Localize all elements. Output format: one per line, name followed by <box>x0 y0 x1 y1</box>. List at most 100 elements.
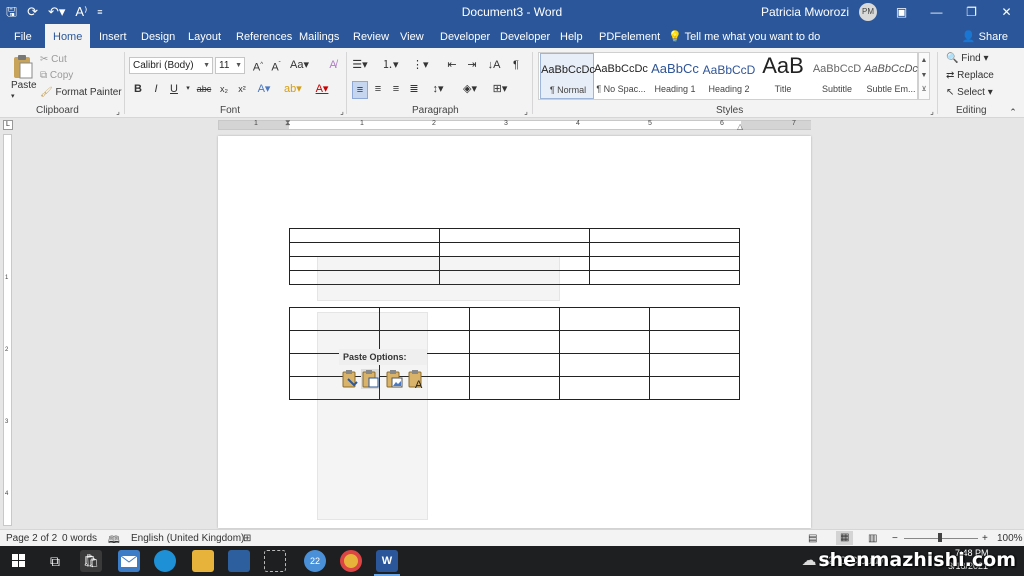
read-mode-icon[interactable]: ▤ <box>808 533 817 544</box>
chevron-up-icon[interactable]: ▲ <box>919 53 929 68</box>
horizontal-ruler[interactable]: 1 1 2 3 4 5 6 7 ⧗ △ <box>218 118 811 131</box>
word-icon[interactable]: W <box>376 550 398 572</box>
chevron-down-icon[interactable]: ▼ <box>919 68 929 83</box>
shading-icon[interactable]: ◈▾ <box>462 81 478 97</box>
copy-button[interactable]: ⧉ Copy <box>40 70 73 81</box>
close-icon[interactable]: ✕ <box>989 0 1024 24</box>
file-explorer-icon[interactable] <box>192 550 214 572</box>
tab-pdfelement[interactable]: PDFelement <box>591 24 668 48</box>
table-cell[interactable] <box>649 307 740 331</box>
paste-picture-icon[interactable] <box>385 369 403 389</box>
word-count[interactable]: 0 words <box>62 533 97 544</box>
table-cell[interactable] <box>469 330 560 354</box>
merge-formatting-icon[interactable] <box>361 369 379 389</box>
strikethrough-icon[interactable]: abc <box>196 81 212 97</box>
indent-marker-icon[interactable]: ⧗ <box>285 118 291 128</box>
chrome-icon[interactable] <box>340 550 362 572</box>
mail-icon[interactable] <box>118 550 140 572</box>
table-cell[interactable] <box>439 242 590 257</box>
font-name-combo[interactable]: Calibri (Body) ▼ <box>129 57 213 74</box>
tab-mailings[interactable]: Mailings <box>291 24 347 48</box>
tell-me-search[interactable]: 💡 Tell me what you want to do <box>668 30 820 43</box>
style-heading-1[interactable]: AaBbCc Heading 1 <box>648 53 702 99</box>
table-cell[interactable] <box>559 330 650 354</box>
decrease-indent-icon[interactable]: ⇤ <box>444 57 460 73</box>
table-cell[interactable] <box>289 228 440 243</box>
font-size-combo[interactable]: 11 ▼ <box>215 57 245 74</box>
line-spacing-icon[interactable]: ↕▾ <box>430 81 446 97</box>
language[interactable]: English (United Kingdom) <box>131 533 244 544</box>
table-cell[interactable] <box>559 307 650 331</box>
bold-icon[interactable]: B <box>130 81 146 97</box>
vertical-ruler[interactable]: 1 2 3 4 <box>3 134 12 526</box>
zoom-in-icon[interactable]: + <box>982 533 988 544</box>
align-right-icon[interactable]: ≡ <box>388 81 404 97</box>
page-count[interactable]: Page 2 of 2 <box>6 533 57 544</box>
windows-start-icon[interactable] <box>6 550 32 572</box>
zoom-out-icon[interactable]: − <box>892 533 898 544</box>
app-icon[interactable] <box>228 550 250 572</box>
table-cell[interactable] <box>559 353 650 377</box>
style-normal[interactable]: AaBbCcDc ¶ Normal <box>540 53 595 99</box>
keep-text-only-icon[interactable]: A <box>407 369 425 391</box>
share-button[interactable]: 👤 Share <box>962 30 1008 43</box>
change-case-icon[interactable]: Aa▾ <box>290 57 309 73</box>
edge-icon[interactable] <box>154 550 176 572</box>
underline-dropdown-icon[interactable]: ▾ <box>180 81 196 97</box>
paste-icon[interactable] <box>11 54 33 80</box>
subscript-icon[interactable]: x₂ <box>216 81 232 97</box>
table-cell[interactable] <box>289 242 440 257</box>
superscript-icon[interactable]: x² <box>234 81 250 97</box>
tab-view[interactable]: View <box>392 24 432 48</box>
store-icon[interactable]: 🛍 <box>80 550 102 572</box>
highlight-icon[interactable]: ab▾ <box>284 81 302 97</box>
select-button[interactable]: ↖ Select ▾ <box>946 87 993 98</box>
tab-developer[interactable]: Developer <box>432 24 498 48</box>
paste-button[interactable]: Paste <box>11 80 37 91</box>
print-layout-icon[interactable]: ▦ <box>836 531 854 545</box>
zoom-thumb[interactable] <box>938 533 942 542</box>
justify-icon[interactable]: ≣ <box>406 81 422 97</box>
ribbon-display-icon[interactable]: ▣ <box>884 0 919 24</box>
tab-design[interactable]: Design <box>133 24 183 48</box>
document-page[interactable]: Paste Options: A <box>218 136 811 528</box>
style-title[interactable]: AaB Title <box>756 53 810 99</box>
calendar-badge-icon[interactable]: 22 <box>304 550 326 572</box>
table-cell[interactable] <box>649 353 740 377</box>
italic-icon[interactable]: I <box>148 81 164 97</box>
zoom-level[interactable]: 100% <box>997 533 1023 544</box>
tab-layout[interactable]: Layout <box>180 24 229 48</box>
table-cell[interactable] <box>649 330 740 354</box>
table-cell[interactable] <box>559 376 650 400</box>
table-cell[interactable] <box>469 353 560 377</box>
table-cell[interactable] <box>469 307 560 331</box>
font-color-icon[interactable]: A▾ <box>314 81 330 97</box>
table-cell[interactable] <box>589 256 740 271</box>
style-subtle-emphasis[interactable]: AaBbCcDc Subtle Em... <box>864 53 918 99</box>
styles-scroll[interactable]: ▲ ▼ ⊻ <box>918 52 930 100</box>
style-heading-2[interactable]: AaBbCcD Heading 2 <box>702 53 756 99</box>
cut-button[interactable]: ✂ Cut <box>40 54 67 65</box>
snipping-icon[interactable] <box>264 550 286 572</box>
format-painter-button[interactable]: 🖌 Format Painter <box>40 87 122 98</box>
web-layout-icon[interactable]: ▥ <box>868 533 877 544</box>
tab-review[interactable]: Review <box>345 24 397 48</box>
user-name[interactable]: Patricia Mworozi <box>761 5 849 19</box>
increase-indent-icon[interactable]: ⇥ <box>464 57 480 73</box>
bullets-icon[interactable]: ☰▾ <box>352 57 368 73</box>
tab-selector[interactable]: L <box>3 120 13 130</box>
style-no-spacing[interactable]: AaBbCcDc ¶ No Spac... <box>594 53 648 99</box>
shrink-font-icon[interactable]: Aˇ <box>268 57 284 76</box>
style-subtitle[interactable]: AaBbCcD Subtitle <box>810 53 864 99</box>
tab-file[interactable]: File <box>6 24 40 48</box>
table-cell[interactable] <box>589 242 740 257</box>
tab-references[interactable]: References <box>228 24 300 48</box>
tab-developer-2[interactable]: Developer <box>492 24 558 48</box>
paste-dropdown-icon[interactable]: ▾ <box>11 92 15 100</box>
task-view-icon[interactable]: ⧉ <box>44 550 66 572</box>
grow-font-icon[interactable]: A^ <box>250 57 266 76</box>
numbering-icon[interactable]: ⒈▾ <box>382 57 399 73</box>
tab-home[interactable]: Home <box>45 24 91 48</box>
right-indent-icon[interactable]: △ <box>737 122 743 131</box>
replace-button[interactable]: ⇄ Replace <box>946 70 994 81</box>
